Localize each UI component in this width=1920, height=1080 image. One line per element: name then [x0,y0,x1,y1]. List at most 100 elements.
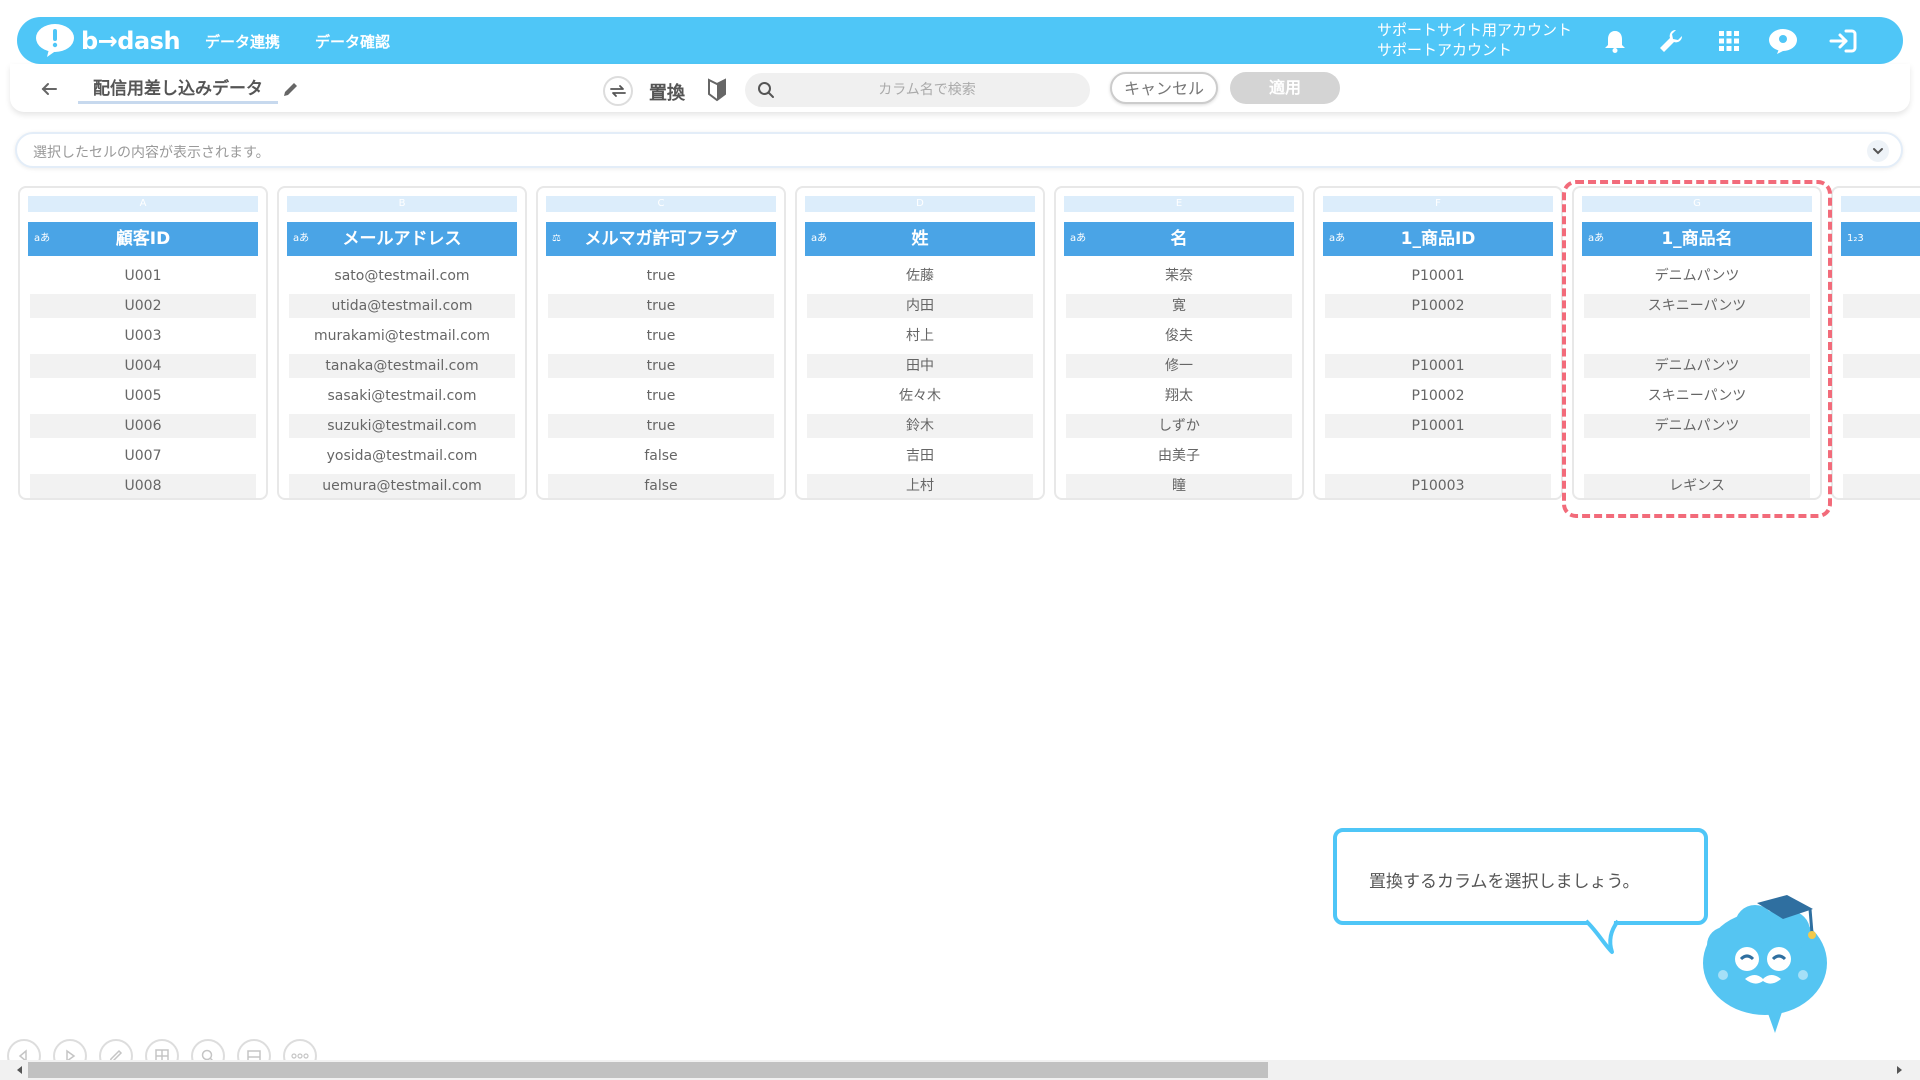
table-cell[interactable]: P10001 [1325,264,1551,288]
table-cell[interactable] [1325,324,1551,348]
table-cell[interactable]: しずか [1066,414,1292,438]
table-cell[interactable]: U008 [30,474,256,498]
table-cell[interactable]: 由美子 [1066,444,1292,468]
table-cell[interactable]: P10001 [1325,414,1551,438]
assistant-brain-icon[interactable] [1767,25,1799,57]
back-arrow-icon[interactable] [38,78,60,100]
column-header[interactable]: aあ 顧客ID [28,222,258,256]
table-cell[interactable] [1843,354,1920,378]
table-cell[interactable] [1584,444,1810,468]
table-cell[interactable]: sasaki@testmail.com [289,384,515,408]
table-cell[interactable]: 村上 [807,324,1033,348]
table-cell[interactable]: U004 [30,354,256,378]
table-cell[interactable]: レギンス [1584,474,1810,498]
beginner-mark-icon[interactable] [707,78,727,102]
column-header[interactable]: aあ メールアドレス [287,222,517,256]
table-cell[interactable]: true [548,324,774,348]
table-cell[interactable] [1843,384,1920,408]
table-cell[interactable]: P10002 [1325,384,1551,408]
table-cell[interactable]: tanaka@testmail.com [289,354,515,378]
table-cell[interactable] [1843,474,1920,498]
logo[interactable]: b→dash [35,23,181,59]
cell-content-bar[interactable]: 選択したセルの内容が表示されます。 [15,132,1903,168]
table-cell[interactable]: suzuki@testmail.com [289,414,515,438]
nav-data-integration[interactable]: データ連携 [205,31,280,52]
table-cell[interactable]: 佐々木 [807,384,1033,408]
table-cell[interactable]: U007 [30,444,256,468]
column-header[interactable]: aあ 1_商品名 [1582,222,1812,256]
column-letter: F [1323,196,1553,212]
table-cell[interactable]: false [548,444,774,468]
table-cell[interactable]: true [548,294,774,318]
table-cell[interactable]: false [548,474,774,498]
apps-grid-icon[interactable] [1713,25,1745,57]
search-input[interactable] [785,81,1069,99]
table-cell[interactable]: P10002 [1325,294,1551,318]
table-cell[interactable]: 鈴木 [807,414,1033,438]
table-cell[interactable]: 俊夫 [1066,324,1292,348]
table-cell[interactable]: U003 [30,324,256,348]
cancel-button[interactable]: キャンセル [1110,72,1218,104]
table-cell[interactable]: 瞳 [1066,474,1292,498]
column-e: Eaあ 名茉奈寛俊夫 修一 翔太 しずか 由美子瞳 [1054,186,1304,500]
table-cell[interactable]: 吉田 [807,444,1033,468]
table-cell[interactable] [1584,324,1810,348]
table-cell[interactable]: uemura@testmail.com [289,474,515,498]
table-cell[interactable]: yosida@testmail.com [289,444,515,468]
table-cell[interactable] [1843,264,1920,288]
table-cell[interactable]: U002 [30,294,256,318]
apply-button[interactable]: 適用 [1230,72,1340,104]
scroll-right-icon[interactable] [1893,1064,1905,1076]
table-cell[interactable]: デニムパンツ [1584,264,1810,288]
column-header[interactable]: ⚖ メルマガ許可フラグ [546,222,776,256]
wrench-icon[interactable] [1655,25,1687,57]
column-header[interactable]: 1₂3 [1841,222,1920,256]
column-name: メルマガ許可フラグ [584,229,738,249]
column-header[interactable]: aあ 姓 [805,222,1035,256]
table-cell[interactable]: U001 [30,264,256,288]
account-info[interactable]: サポートサイト用アカウント サポートアカウント [1377,20,1572,60]
table-cell[interactable] [1843,414,1920,438]
table-cell[interactable] [1325,444,1551,468]
table-cell[interactable]: true [548,384,774,408]
nav-data-check[interactable]: データ確認 [315,31,390,52]
horizontal-scrollbar[interactable] [0,1060,1920,1080]
table-cell[interactable]: true [548,414,774,438]
mascot-brain-icon [1703,895,1827,1033]
table-cell[interactable]: デニムパンツ [1584,354,1810,378]
table-cell[interactable]: 翔太 [1066,384,1292,408]
replace-icon[interactable] [603,76,633,106]
table-cell[interactable]: true [548,354,774,378]
chevron-down-icon[interactable] [1867,140,1889,162]
scrollbar-thumb[interactable] [28,1062,1268,1078]
table-cell[interactable]: P10001 [1325,354,1551,378]
table-cell[interactable]: 田中 [807,354,1033,378]
table-cell[interactable]: murakami@testmail.com [289,324,515,348]
table-cell[interactable]: utida@testmail.com [289,294,515,318]
table-cell[interactable] [1843,294,1920,318]
column-name: 顧客ID [115,229,171,249]
table-cell[interactable]: 寛 [1066,294,1292,318]
table-cell[interactable]: U006 [30,414,256,438]
table-cell[interactable]: P10003 [1325,474,1551,498]
table-cell[interactable] [1843,444,1920,468]
table-cell[interactable]: sato@testmail.com [289,264,515,288]
table-cell[interactable]: 修一 [1066,354,1292,378]
table-cell[interactable]: 佐藤 [807,264,1033,288]
table-cell[interactable]: 内田 [807,294,1033,318]
table-cell[interactable]: true [548,264,774,288]
table-cell[interactable]: スキニーパンツ [1584,294,1810,318]
table-cell[interactable]: スキニーパンツ [1584,384,1810,408]
table-cell[interactable]: デニムパンツ [1584,414,1810,438]
table-cell[interactable]: U005 [30,384,256,408]
table-cell[interactable]: 茉奈 [1066,264,1292,288]
column-header[interactable]: aあ 名 [1064,222,1294,256]
column-header[interactable]: aあ 1_商品ID [1323,222,1553,256]
table-cell[interactable] [1843,324,1920,348]
pencil-icon[interactable] [282,80,300,98]
data-type-icon: aあ [811,233,828,244]
logout-icon[interactable] [1827,25,1859,57]
table-cell[interactable]: 上村 [807,474,1033,498]
scroll-left-icon[interactable] [14,1064,26,1076]
bell-icon[interactable] [1599,25,1631,57]
